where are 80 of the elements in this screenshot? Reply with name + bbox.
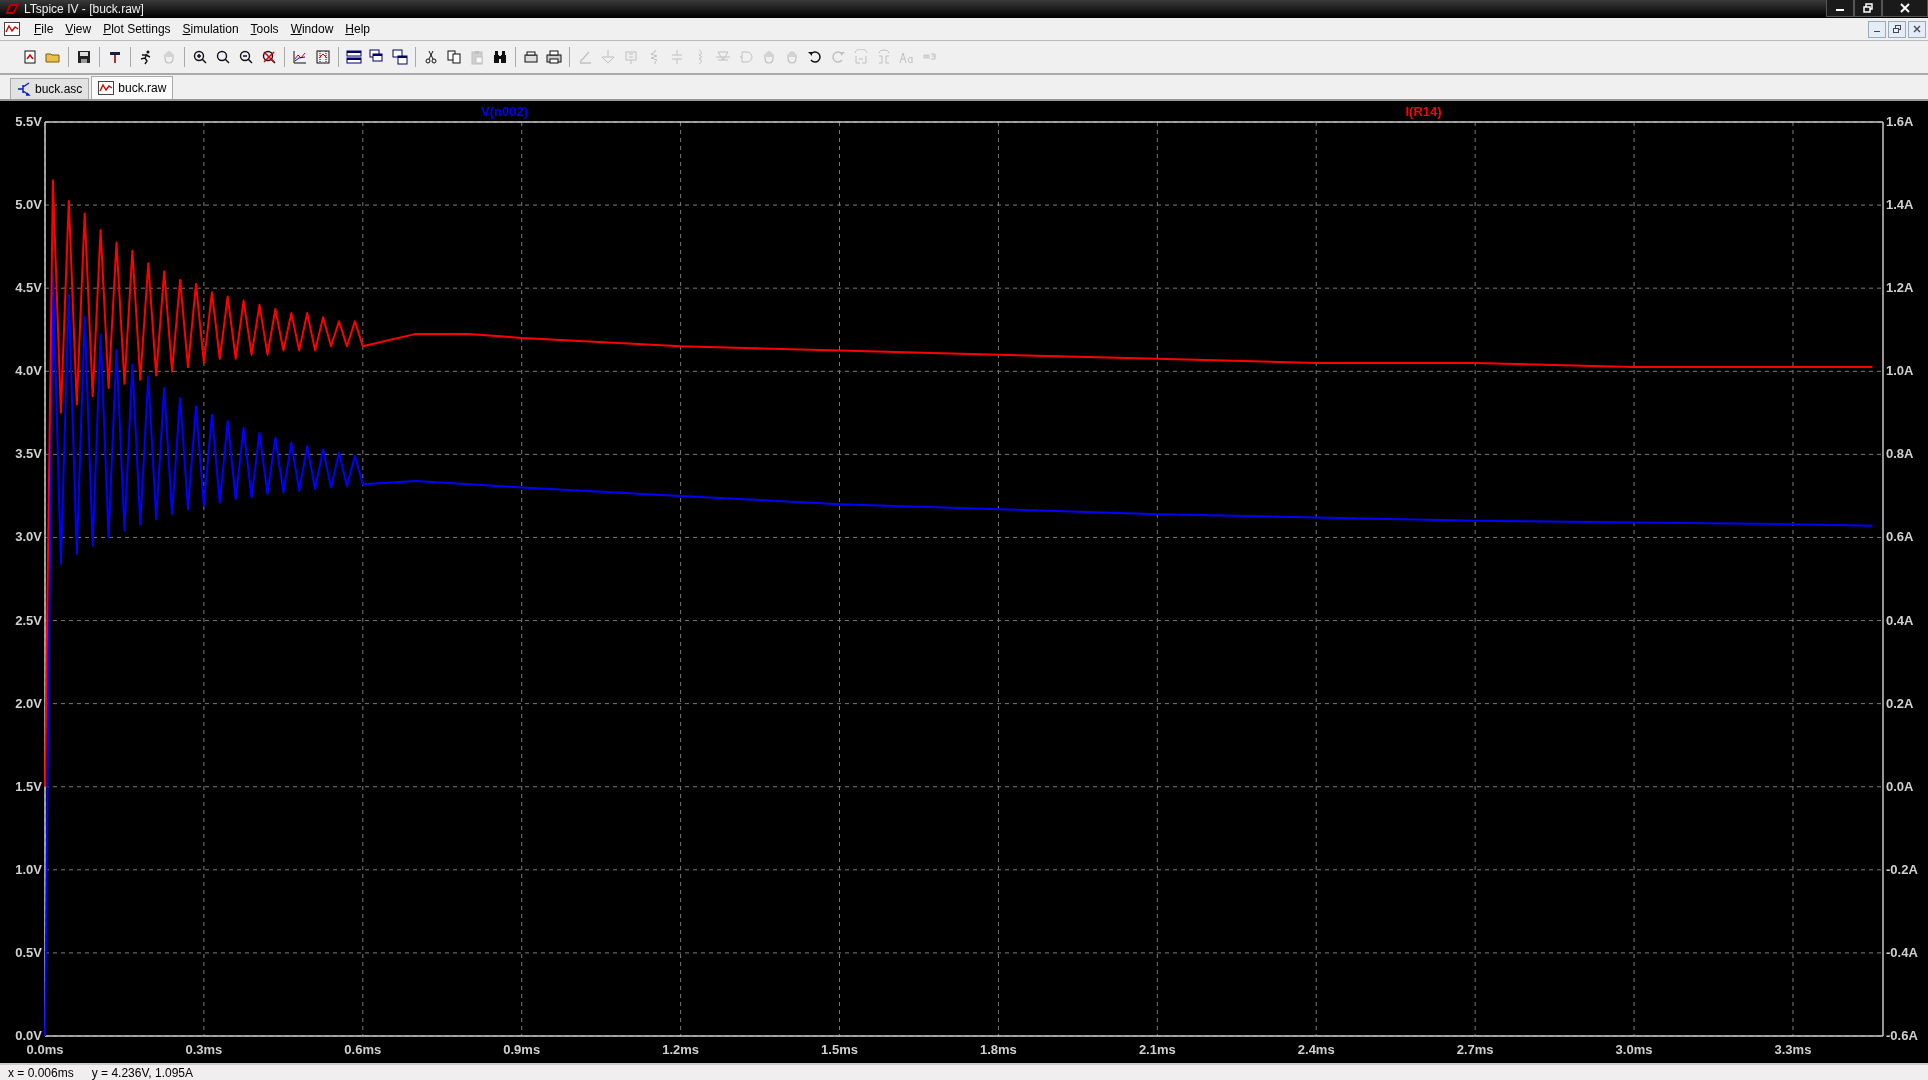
axis-tick-label: 2.7ms: [1456, 1042, 1494, 1057]
magnifier-icon[interactable]: [215, 49, 231, 65]
cursor-y-readout: y = 4.236V, 1.095A: [91, 1065, 193, 1080]
zoom-out-icon[interactable]: [238, 49, 254, 65]
waveform-icon[interactable]: [4, 22, 20, 36]
axis-tick-label: 3.0V: [15, 529, 42, 545]
autorange-icon[interactable]: [292, 49, 308, 65]
axis-tick-label: -0.6A: [1886, 1028, 1918, 1043]
close-icon: [1900, 3, 1910, 13]
cursor-x-readout: x = 0.006ms: [8, 1065, 74, 1080]
axis-tick-label: 2.1ms: [1138, 1042, 1176, 1057]
axis-tick-label: 1.2ms: [662, 1042, 700, 1057]
axis-tick-label: 0.0ms: [26, 1042, 64, 1057]
hammer-icon[interactable]: [107, 49, 123, 65]
axis-tick-label: 4.5V: [15, 280, 42, 296]
cascade-icon[interactable]: [369, 49, 385, 65]
axis-tick-label: 1.6A: [1886, 114, 1914, 129]
axis-tick-label: 0.0V: [15, 1028, 42, 1043]
axis-tick-label: 5.0V: [15, 197, 42, 213]
axis-tick-label: 2.4ms: [1297, 1042, 1335, 1057]
restore-icon: [1863, 3, 1873, 13]
axis-tick-label: 2.0V: [15, 695, 42, 711]
binoculars-icon[interactable]: [492, 49, 508, 65]
menu-item[interactable]: View: [59, 22, 98, 36]
restore-icon: [1893, 25, 1901, 33]
print-preview-icon[interactable]: [523, 49, 539, 65]
restore-button[interactable]: [1854, 0, 1882, 17]
trace-label[interactable]: I(R14): [1405, 104, 1442, 119]
axis-tick-label: -0.4A: [1886, 944, 1918, 960]
tile-vertical-icon[interactable]: [392, 49, 408, 65]
menu-item[interactable]: Tools: [244, 22, 285, 36]
menu-item[interactable]: Window: [284, 22, 340, 36]
axis-tick-label: 5.5V: [15, 114, 42, 129]
axis-tick-label: 1.2A: [1886, 280, 1914, 296]
menu-item[interactable]: Simulation: [176, 22, 245, 36]
menu-item[interactable]: Help: [339, 22, 376, 36]
axis-tick-label: 1.5ms: [821, 1042, 858, 1057]
app-logo-icon: [6, 3, 20, 15]
minimize-button[interactable]: [1826, 0, 1854, 17]
close-button[interactable]: [1882, 0, 1928, 17]
grid-frame-icon[interactable]: [315, 49, 331, 65]
axis-tick-label: 0.4A: [1886, 612, 1914, 628]
restore-button[interactable]: [1888, 20, 1906, 38]
axis-tick-label: 2.5V: [15, 612, 42, 628]
axis-tick-label: -0.2A: [1886, 861, 1918, 877]
axis-tick-label: 3.3ms: [1774, 1042, 1812, 1057]
axis-tick-label: 0.9ms: [503, 1042, 541, 1057]
new-document-icon[interactable]: [22, 49, 38, 65]
menu-item[interactable]: Plot Settings: [97, 22, 177, 36]
zoom-cancel-icon[interactable]: [261, 49, 277, 65]
axis-tick-label: 4.0V: [15, 363, 42, 379]
axis-tick-label: 1.0A: [1886, 363, 1914, 379]
waveform-icon: [98, 81, 115, 95]
undo-icon[interactable]: [807, 49, 823, 65]
axis-tick-label: 1.5V: [15, 778, 42, 794]
axis-tick-label: 3.5V: [15, 446, 42, 462]
axis-tick-label: 1.0V: [15, 861, 42, 877]
axis-tick-label: 0.2A: [1886, 695, 1914, 711]
close-button[interactable]: [1908, 20, 1926, 38]
printer-icon[interactable]: [546, 49, 562, 65]
scissors-icon[interactable]: [423, 49, 439, 65]
axis-tick-label: 1.4A: [1886, 197, 1914, 213]
axis-tick-label: 0.3ms: [185, 1042, 223, 1057]
axis-tick-label: 0.6ms: [344, 1042, 382, 1057]
document-tab[interactable]: buck.asc: [10, 78, 90, 99]
axis-tick-label: 0.0A: [1886, 778, 1914, 794]
axis-tick-label: 0.8A: [1886, 446, 1914, 462]
copy-icon[interactable]: [446, 49, 462, 65]
close-icon: [1913, 25, 1921, 33]
menu-item[interactable]: File: [28, 22, 60, 36]
axis-tick-label: 0.6A: [1886, 529, 1914, 545]
tile-horizontal-icon[interactable]: [346, 49, 362, 65]
zoom-in-icon[interactable]: [192, 49, 208, 65]
axis-tick-label: 3.0ms: [1615, 1042, 1653, 1057]
document-tab[interactable]: buck.raw: [91, 76, 174, 99]
axis-tick-label: 1.8ms: [980, 1042, 1017, 1057]
axis-tick-label: 0.5V: [15, 944, 42, 960]
transistor-icon: [17, 82, 31, 96]
floppy-save-icon[interactable]: [76, 49, 92, 65]
window-title: LTspice IV - [buck.raw]: [24, 2, 144, 16]
